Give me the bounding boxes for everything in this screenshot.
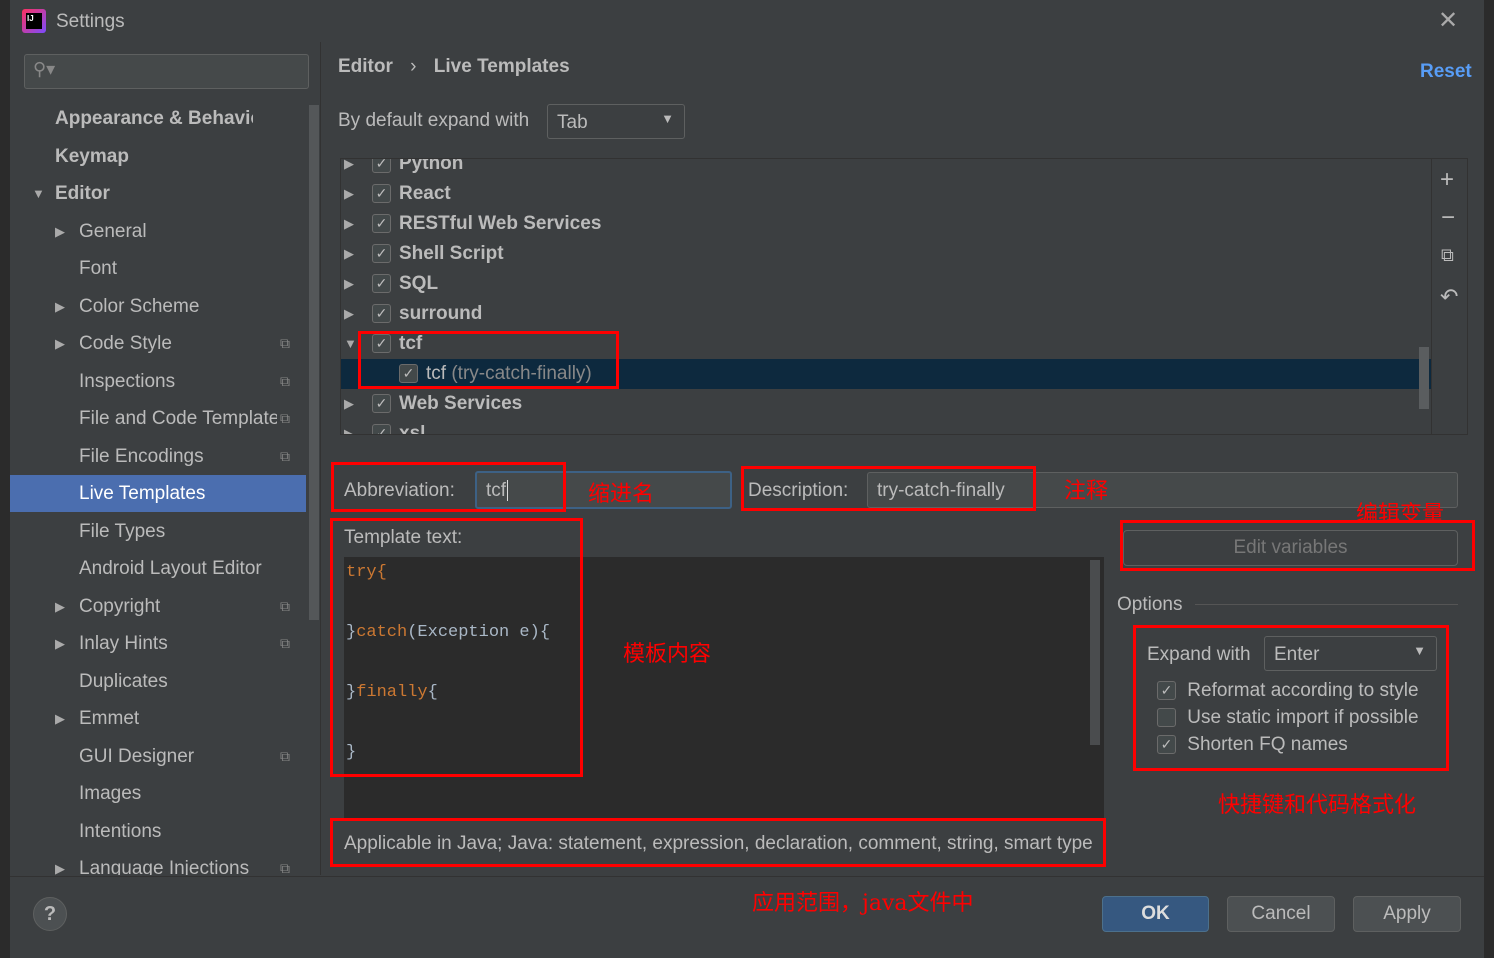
project-scope-icon: ⧉ xyxy=(280,747,290,764)
tree-row[interactable]: ▶ ✓ surround xyxy=(341,299,1431,329)
chevron-right-icon[interactable]: ▶ xyxy=(55,213,65,250)
reset-link[interactable]: Reset xyxy=(1420,61,1472,83)
annotation: 模板内容 xyxy=(623,642,712,667)
tree-row[interactable]: ▶ ✓ Python xyxy=(341,159,1431,179)
template-tree: ▶ ✓ Python ▶ ✓ React ▶ ✓ RESTful Web Services ▶ ✓ S… xyxy=(340,158,1468,435)
tree-row[interactable]: ▶ ✓ xsl xyxy=(341,419,1431,434)
annotation: 缩进名 xyxy=(588,482,655,507)
tree-scrollbar[interactable] xyxy=(1419,347,1429,409)
copy-icon[interactable]: ⧉ xyxy=(1441,245,1454,266)
tree-row[interactable]: ▶ ✓ SQL xyxy=(341,269,1431,299)
checkbox[interactable]: ✓ xyxy=(372,159,391,173)
sidebar-item-file-types[interactable]: File Types xyxy=(10,513,306,550)
chevron-right-icon[interactable]: ▶ xyxy=(344,419,354,434)
sidebar-item-live-templates[interactable]: Live Templates xyxy=(10,475,306,512)
sidebar-item-android-layout-editor[interactable]: Android Layout Editor xyxy=(10,550,306,587)
sidebar-item-images[interactable]: Images xyxy=(10,775,306,812)
search-input[interactable]: ⚲▾ xyxy=(24,54,309,89)
expand-default-label: By default expand with xyxy=(338,110,530,131)
checkbox[interactable]: ✓ xyxy=(372,244,391,263)
checkbox[interactable]: ✓ xyxy=(372,274,391,293)
sidebar-item-copyright[interactable]: ▶ Copyright ⧉ xyxy=(10,588,306,625)
breadcrumb-editor[interactable]: Editor xyxy=(338,56,393,77)
chevron-right-icon[interactable]: ▶ xyxy=(344,299,354,329)
sidebar-item-file-and-code-templates[interactable]: File and Code Templates ⧉ xyxy=(10,400,306,437)
sidebar-item-gui-designer[interactable]: GUI Designer ⧉ xyxy=(10,738,306,775)
help-button[interactable]: ? xyxy=(33,897,67,931)
tree-row[interactable]: ▶ ✓ Web Services xyxy=(341,389,1431,419)
chevron-right-icon[interactable]: ▶ xyxy=(55,625,65,662)
chevron-right-icon[interactable]: ▶ xyxy=(344,209,354,239)
sidebar-item-color-scheme[interactable]: ▶ Color Scheme xyxy=(10,288,306,325)
cancel-button[interactable]: Cancel xyxy=(1227,896,1335,932)
checkbox[interactable]: ✓ xyxy=(372,424,391,434)
chevron-right-icon[interactable]: ▶ xyxy=(55,325,65,362)
project-scope-icon: ⧉ xyxy=(280,635,290,651)
annotation: 编辑变量 xyxy=(1356,502,1445,527)
tree-row[interactable]: ▶ ✓ React xyxy=(341,179,1431,209)
restore-icon[interactable]: ↶ xyxy=(1440,284,1458,310)
sidebar-item-appearance-behavior[interactable]: Appearance & Behavior xyxy=(10,100,306,137)
editor-scrollbar[interactable] xyxy=(1090,560,1100,745)
checkbox[interactable]: ✓ xyxy=(372,304,391,323)
remove-icon[interactable]: − xyxy=(1441,204,1455,232)
window-title: Settings xyxy=(56,11,125,32)
checkbox[interactable]: ✓ xyxy=(372,394,391,413)
expand-default-select[interactable]: Tab ▼ xyxy=(547,104,685,139)
chevron-down-icon: ▼ xyxy=(661,111,674,126)
sidebar-item-intentions[interactable]: Intentions xyxy=(10,813,306,850)
close-icon[interactable]: ✕ xyxy=(1438,6,1458,35)
breadcrumb-separator: › xyxy=(410,56,417,77)
ok-button[interactable]: OK xyxy=(1102,896,1209,932)
sidebar-item-language-injections[interactable]: ▶ Language Injections ⧉ xyxy=(10,850,306,875)
sidebar-item-duplicates[interactable]: Duplicates xyxy=(10,663,306,700)
checkbox[interactable]: ✓ xyxy=(372,184,391,203)
chevron-right-icon[interactable]: ▶ xyxy=(344,159,354,179)
chevron-right-icon[interactable]: ▶ xyxy=(344,179,354,209)
tree-row[interactable]: ▶ ✓ RESTful Web Services xyxy=(341,209,1431,239)
app-logo-icon: IJ xyxy=(22,9,46,33)
sidebar-item-inspections[interactable]: Inspections ⧉ xyxy=(10,363,306,400)
project-scope-icon: ⧉ xyxy=(280,335,290,351)
chevron-down-icon[interactable]: ▼ xyxy=(344,329,357,359)
chevron-right-icon[interactable]: ▶ xyxy=(55,700,65,737)
annotation: 应用范围，java文件中 xyxy=(752,891,974,916)
options-title: Options xyxy=(1117,594,1183,615)
sidebar-item-code-style[interactable]: ▶ Code Style ⧉ xyxy=(10,325,306,362)
breadcrumb-current: Live Templates xyxy=(433,56,570,77)
chevron-right-icon[interactable]: ▶ xyxy=(344,269,354,299)
sidebar-item-keymap[interactable]: Keymap xyxy=(10,138,306,175)
checkbox[interactable]: ✓ xyxy=(372,214,391,233)
annotation: 注释 xyxy=(1064,479,1109,504)
tree-row[interactable]: ▶ ✓ Shell Script xyxy=(341,239,1431,269)
add-icon[interactable]: + xyxy=(1440,166,1454,194)
chevron-right-icon[interactable]: ▶ xyxy=(55,288,65,325)
annotation: 快捷键和代码格式化 xyxy=(1218,793,1417,818)
chevron-right-icon[interactable]: ▶ xyxy=(55,588,65,625)
sidebar-item-font[interactable]: Font xyxy=(10,250,306,287)
chevron-right-icon[interactable]: ▶ xyxy=(55,850,65,875)
project-scope-icon: ⧉ xyxy=(280,372,290,389)
project-scope-icon: ⧉ xyxy=(280,860,290,875)
search-icon: ⚲▾ xyxy=(33,59,56,79)
sidebar-item-inlay-hints[interactable]: ▶ Inlay Hints ⧉ xyxy=(10,625,306,662)
sidebar-scrollbar[interactable] xyxy=(309,105,319,620)
apply-button[interactable]: Apply xyxy=(1353,896,1461,932)
project-scope-icon: ⧉ xyxy=(280,410,290,426)
chevron-right-icon[interactable]: ▶ xyxy=(344,389,354,419)
project-scope-icon: ⧉ xyxy=(280,447,290,464)
chevron-right-icon[interactable]: ▶ xyxy=(344,239,354,269)
sidebar-item-editor[interactable]: ▼ Editor xyxy=(10,175,306,212)
sidebar-item-file-encodings[interactable]: File Encodings ⧉ xyxy=(10,438,306,475)
project-scope-icon: ⧉ xyxy=(280,597,290,614)
chevron-down-icon[interactable]: ▼ xyxy=(32,175,45,212)
sidebar-item-emmet[interactable]: ▶ Emmet xyxy=(10,700,306,737)
sidebar-item-general[interactable]: ▶ General xyxy=(10,213,306,250)
